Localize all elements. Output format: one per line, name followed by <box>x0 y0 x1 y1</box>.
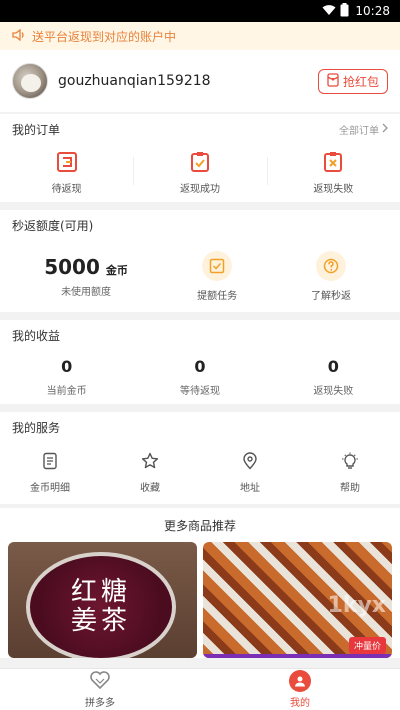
clock-time: 10:28 <box>355 4 390 18</box>
tab-mine-label: 我的 <box>290 698 310 709</box>
wifi-icon <box>322 4 336 19</box>
tab-pinduoduo-label: 拼多多 <box>85 697 115 709</box>
quota-amount-block: 5000 金币 未使用额度 <box>12 255 160 298</box>
product-image-text-line2: 姜茶 <box>70 606 131 636</box>
orders-title: 我的订单 <box>12 122 61 137</box>
watermark-text: 1kyx <box>327 593 386 618</box>
heart-logo-icon <box>90 670 110 692</box>
learn-quick-return-label: 了解秒返 <box>311 290 352 302</box>
location-pin-icon <box>241 452 259 473</box>
speaker-icon <box>12 28 26 44</box>
income-pending[interactable]: 0 等待返现 <box>133 357 266 397</box>
service-favorites-label: 收藏 <box>140 483 160 494</box>
status-bar: 10:28 <box>0 0 400 22</box>
service-address[interactable]: 地址 <box>200 452 300 494</box>
income-pending-label: 等待返现 <box>179 386 220 397</box>
profile-header: gouzhuanqian159218 抢红包 <box>0 50 400 112</box>
product-grid: 红糖 姜茶 1kyx 冲量价 <box>0 542 400 658</box>
document-icon <box>41 452 59 473</box>
income-card: 我的收益 0 当前金币 0 等待返现 0 返现失败 <box>0 320 400 404</box>
income-failed-label: 返现失败 <box>313 386 354 397</box>
quota-amount: 5000 <box>44 254 100 279</box>
product-image-text-line1: 红糖 <box>70 577 131 608</box>
question-icon <box>316 250 347 281</box>
product-card[interactable]: 1kyx 冲量价 <box>203 542 392 658</box>
all-orders-label: 全部订单 <box>339 125 379 137</box>
service-address-label: 地址 <box>240 483 260 494</box>
recommend-title: 更多商品推荐 <box>0 508 400 542</box>
service-favorites[interactable]: 收藏 <box>100 452 200 494</box>
cashback-failed-icon <box>322 151 344 176</box>
product-card[interactable]: 红糖 姜茶 <box>8 542 197 658</box>
services-title: 我的服务 <box>12 420 61 435</box>
lightbulb-icon <box>341 452 359 473</box>
all-orders-link[interactable]: 全部订单 <box>339 122 388 137</box>
service-coin-details[interactable]: 金币明细 <box>0 452 100 494</box>
product-band <box>203 654 392 658</box>
quota-title: 秒返额度(可用) <box>12 218 94 233</box>
learn-quick-return-button[interactable]: 了解秒返 <box>274 250 388 302</box>
service-help[interactable]: 帮助 <box>300 452 400 494</box>
product-image: 红糖 姜茶 <box>26 552 176 658</box>
order-success[interactable]: 返现成功 <box>133 151 266 195</box>
red-envelope-label: 抢红包 <box>342 74 379 89</box>
username: gouzhuanqian159218 <box>58 73 211 89</box>
order-failed-label: 返现失败 <box>313 184 354 195</box>
quota-card: 秒返额度(可用) 5000 金币 未使用额度 提额任务 了解秒返 <box>0 210 400 312</box>
checkbox-task-icon <box>202 250 233 281</box>
income-current-coins-label: 当前金币 <box>46 386 87 397</box>
quota-unit: 金币 <box>105 263 128 277</box>
star-icon <box>141 452 159 473</box>
order-pending[interactable]: 待返现 <box>0 151 133 195</box>
price-tag: 冲量价 <box>348 637 386 654</box>
income-title: 我的收益 <box>12 328 61 343</box>
notice-bar[interactable]: 送平台返现到对应的账户中 <box>0 22 400 50</box>
cashback-success-icon <box>189 151 211 176</box>
service-help-label: 帮助 <box>340 483 360 494</box>
pending-cashback-icon <box>56 151 78 176</box>
service-coin-details-label: 金币明细 <box>30 483 70 494</box>
quota-task-button[interactable]: 提额任务 <box>160 250 274 302</box>
quota-sub-label: 未使用额度 <box>61 286 112 298</box>
orders-card: 我的订单 全部订单 待返现 返现成功 返现失败 <box>0 114 400 202</box>
tab-pinduoduo[interactable]: 拼多多 <box>0 669 200 710</box>
services-card: 我的服务 金币明细 收藏 地址 帮助 <box>0 412 400 504</box>
income-pending-value: 0 <box>194 357 206 376</box>
order-failed[interactable]: 返现失败 <box>266 151 400 195</box>
order-pending-label: 待返现 <box>51 184 82 195</box>
order-success-label: 返现成功 <box>179 184 220 195</box>
red-envelope-icon <box>327 72 339 90</box>
income-failed-value: 0 <box>327 357 339 376</box>
battery-icon <box>340 2 349 20</box>
avatar[interactable] <box>12 63 48 99</box>
profile-icon <box>289 670 311 692</box>
tab-mine[interactable]: 我的 <box>200 669 400 710</box>
chevron-right-icon <box>382 123 388 136</box>
red-envelope-button[interactable]: 抢红包 <box>317 68 388 94</box>
income-current-coins[interactable]: 0 当前金币 <box>0 357 133 397</box>
bottom-tab-bar: 拼多多 我的 <box>0 668 400 710</box>
income-failed[interactable]: 0 返现失败 <box>267 357 400 397</box>
income-current-coins-value: 0 <box>61 357 73 376</box>
notice-text: 送平台返现到对应的账户中 <box>32 29 177 44</box>
quota-task-label: 提额任务 <box>197 290 238 302</box>
